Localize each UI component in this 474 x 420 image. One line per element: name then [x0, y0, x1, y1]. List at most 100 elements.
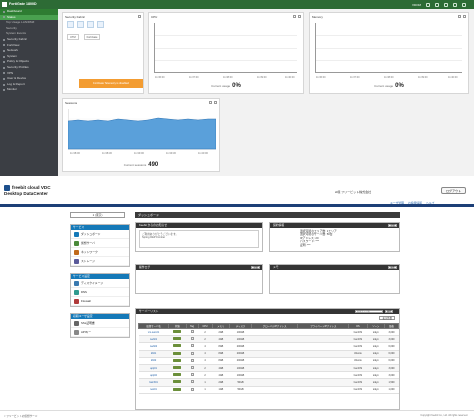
tag-icon[interactable] — [190, 344, 194, 348]
logout-button[interactable]: ログアウト — [441, 187, 466, 194]
server-status-badge[interactable] — [173, 387, 182, 391]
region-select[interactable]: 1 (東京) — [70, 212, 125, 218]
vdom-label[interactable]: VDOM — [412, 3, 421, 7]
help-icon[interactable] — [444, 2, 448, 7]
server-status-badge[interactable] — [173, 344, 182, 348]
sidebar-menu-item[interactable]: APIキー — [71, 328, 129, 337]
server-table-row[interactable]: web01 2 4GB 100GB CentOS tokyo 3,000 — [138, 335, 399, 344]
sandbox-device-icon[interactable] — [97, 21, 104, 28]
server-cell-name[interactable]: app02 — [138, 371, 169, 380]
memory-expand-icon[interactable] — [463, 14, 466, 18]
utm-label[interactable]: UTM — [67, 34, 79, 40]
dc-user-name: id様 フリービット株式会社 — [335, 190, 372, 194]
server-page-size-select[interactable]: 表示件数 — [379, 316, 395, 320]
sidebar-menu-item[interactable]: ディスクイメージ — [71, 279, 129, 288]
server-cell-gip — [251, 386, 298, 394]
footer-left[interactable]: < フリービットの仮想サーバ — [4, 414, 37, 418]
dc-logo[interactable]: freebit cloud VDC Desktop DataCenter — [4, 185, 51, 196]
server-table-row[interactable]: db01 4 8GB 200GB Ubuntu tokyo 6,000 — [138, 350, 399, 358]
server-cell-pip — [297, 350, 349, 358]
memory-title: Memory — [312, 14, 323, 19]
tag-icon[interactable] — [190, 366, 194, 370]
server-search-input[interactable]: 仮想サーバ名 — [355, 310, 383, 314]
server-cell-name[interactable]: web01 — [138, 335, 169, 344]
telemetry-warning-button[interactable]: FortiGate Telemetry is disabled — [79, 79, 143, 88]
operation-log-detail-button[interactable]: 詳細 — [251, 265, 260, 270]
server-cell-name[interactable]: db01 — [138, 350, 169, 358]
user-icon[interactable] — [462, 2, 466, 7]
sidebar-menu-item[interactable]: DNS — [71, 288, 129, 297]
server-cell-name[interactable]: test01 — [138, 386, 169, 394]
tag-icon[interactable] — [190, 337, 194, 341]
cpu-settings-icon[interactable] — [293, 14, 296, 18]
server-table-row[interactable]: app02 2 4GB 100GB CentOS tokyo 3,000 — [138, 371, 399, 380]
fortigate-label[interactable]: FortiGate — [83, 34, 101, 40]
server-cell-gip — [251, 350, 298, 358]
terminal-icon[interactable] — [426, 2, 430, 7]
server-table-row[interactable]: web02 4 8GB 200GB CentOS tokyo 6,000 — [138, 342, 399, 351]
server-status-badge[interactable] — [173, 351, 182, 355]
server-table-row[interactable]: vm-test-01 2 2GB 100GB CentOS tokyo 3,000 — [138, 328, 399, 337]
server-status-badge[interactable] — [173, 337, 182, 341]
fortigate-nav-item[interactable]: Monitor — [0, 87, 58, 93]
sidebar-menu-item[interactable]: Firewall — [71, 297, 129, 306]
memory-settings-icon[interactable] — [458, 14, 461, 18]
tag-icon[interactable] — [190, 373, 194, 377]
server-status-badge[interactable] — [173, 330, 182, 334]
sidebar-menu-item[interactable]: SSL証明書 — [71, 319, 129, 328]
server-cell-name[interactable]: batch01 — [138, 378, 169, 387]
server-status-cell — [168, 378, 187, 387]
server-status-badge[interactable] — [173, 380, 182, 384]
server-table-row[interactable]: batch01 1 2GB 50GB CentOS tokyo 1,500 — [138, 378, 399, 387]
server-cell-name[interactable]: app01 — [138, 364, 169, 373]
tag-icon[interactable] — [190, 387, 194, 391]
sidebar-menu-item[interactable]: 仮想サーバ — [71, 239, 129, 248]
sessions-widget: Sessions 11:38:00 11:38:30 11:39:00 11:3… — [62, 98, 220, 172]
memo-edit-button[interactable]: 編集 — [388, 265, 397, 270]
sidebar-menu-item[interactable]: ダッシュボード — [71, 230, 129, 239]
server-cell-price: 6,000 — [384, 350, 399, 358]
server-status-badge[interactable] — [173, 373, 182, 377]
server-table-row[interactable]: app01 2 4GB 100GB CentOS tokyo 3,000 — [138, 364, 399, 373]
sidebar-menu-label: ストレージ — [81, 259, 95, 263]
sessions-title: Sessions — [65, 100, 78, 105]
tag-icon[interactable] — [190, 330, 194, 334]
server-status-badge[interactable] — [173, 366, 182, 370]
server-tag-cell — [186, 342, 198, 351]
server-cell-name[interactable]: db02 — [138, 357, 169, 365]
dc-sidebar: 1 (東京) サービス ダッシュボード 仮想サーバ ネットワーク ストレージ サービス設定… — [70, 212, 130, 402]
server-cell-cpu: 4 — [198, 350, 213, 358]
bell-icon[interactable] — [453, 2, 457, 7]
server-table-row[interactable]: test01 1 1GB 50GB CentOS tokyo 1,000 — [138, 386, 399, 394]
contract-detail-button[interactable]: 詳細 — [388, 223, 397, 228]
access-point-icon[interactable] — [87, 21, 94, 28]
sessions-count-value: 490 — [148, 162, 159, 168]
server-status-cell — [168, 371, 187, 380]
tag-icon[interactable] — [190, 351, 194, 355]
server-cell-name[interactable]: web02 — [138, 342, 169, 351]
server-cell-os: Ubuntu — [348, 350, 367, 358]
fullscreen-icon[interactable] — [435, 2, 439, 7]
server-search-button[interactable]: 検索 — [385, 310, 393, 314]
nav-bullet-icon — [3, 10, 5, 13]
dc-header-bar — [0, 204, 474, 207]
sidebar-menu-item[interactable]: ストレージ — [71, 257, 129, 266]
switch-device-icon[interactable] — [77, 21, 84, 28]
server-cell-name[interactable]: vm-test-01 — [138, 328, 169, 337]
sessions-expand-icon[interactable] — [214, 100, 217, 104]
server-status-cell — [168, 342, 187, 351]
server-table-row[interactable]: db02 4 8GB 200GB Ubuntu tokyo 6,000 — [138, 357, 399, 365]
widget-settings-icon[interactable] — [138, 14, 141, 18]
fortigate-device-icon[interactable] — [67, 21, 74, 28]
server-cell-disk: 200GB — [229, 342, 252, 351]
server-status-badge[interactable] — [173, 358, 182, 362]
tag-icon[interactable] — [190, 358, 194, 362]
cpu-expand-icon[interactable] — [298, 14, 301, 18]
server-tag-cell — [186, 378, 198, 387]
sessions-settings-icon[interactable] — [209, 100, 212, 104]
sidebar-menu-item[interactable]: ネットワーク — [71, 248, 129, 257]
fortigate-topbar-tools: VDOM — [412, 1, 466, 8]
server-status-cell — [168, 328, 187, 337]
tag-icon[interactable] — [190, 380, 194, 384]
server-cell-disk: 100GB — [229, 364, 252, 373]
